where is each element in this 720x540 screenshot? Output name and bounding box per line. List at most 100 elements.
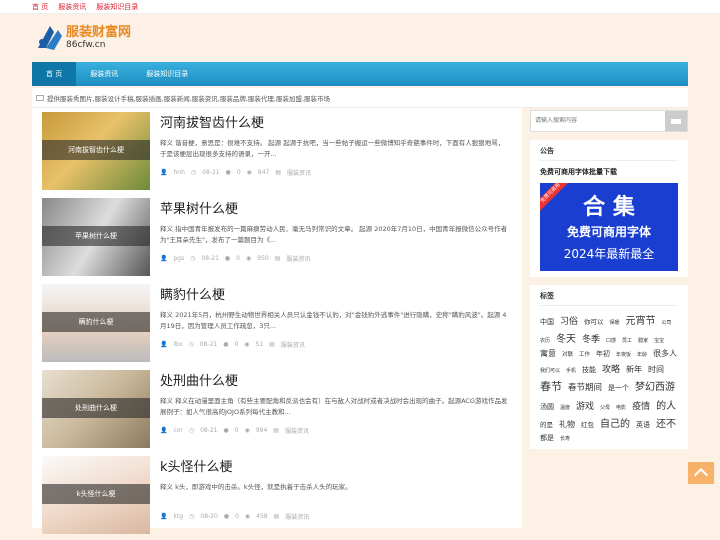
font-banner[interactable]: 免费可商用 合 集 免费可商用字体 2024年最新最全 — [540, 183, 678, 271]
post-category[interactable]: 服装资讯 — [281, 340, 305, 349]
post-excerpt: 释义 k头，即游戏中的击杀。k头怪，就是执着于击杀人头的玩家。 — [160, 483, 352, 491]
tag-link[interactable]: 英语 — [636, 420, 650, 430]
tag-link[interactable]: 还不 — [656, 415, 676, 430]
tag-link[interactable]: 年龄 — [637, 351, 647, 358]
post-list: 河南拔智齿什么梗 河南拔智齿什么梗 释义 谐音梗，意思是：很难不支持。 起源 起… — [32, 108, 522, 534]
tag-link[interactable]: 时间 — [648, 364, 664, 375]
tag-link[interactable]: 春节 — [540, 378, 562, 394]
post-excerpt: 释义 2021年5月，杭州野生动物世界相关人员只认金钱不认豹，对"金钱豹外逃事件… — [160, 311, 507, 330]
tag-cloud: 中国 习俗 你可以 保暖 元宵节 公司衣历 冬天 冬季 口感 员工 腊家 宝宝寓意 对联 工作 年初 年夜饭年… — [540, 312, 678, 443]
folder-icon: ▤ — [273, 513, 280, 520]
post-category[interactable]: 服装资讯 — [285, 426, 309, 435]
tag-link[interactable]: 中国 — [540, 317, 554, 327]
post-thumbnail[interactable]: 河南拔智齿什么梗 — [42, 112, 150, 190]
tag-link[interactable]: 年初 — [596, 349, 610, 359]
comment-icon: ● — [225, 169, 231, 176]
tag-link[interactable]: 汤圆 — [540, 402, 554, 412]
notice-bar: 提供服装秀图片,服装设计手稿,服装插画,服装新闻,服装资讯,服装品牌,服装代理,… — [32, 88, 688, 108]
folder-icon: ▤ — [273, 427, 279, 434]
post-views: 51 — [255, 341, 264, 348]
tag-link[interactable]: 腊家 — [638, 337, 648, 344]
nav-item-catalog[interactable]: 服装知识目录 — [132, 62, 202, 86]
comment-icon: ● — [224, 255, 231, 262]
tag-link[interactable]: 攻略 — [602, 362, 620, 375]
top-link-home[interactable]: 首 页 — [32, 2, 48, 12]
tag-link[interactable]: 游戏 — [576, 399, 594, 412]
tag-link[interactable]: 温度 — [560, 404, 570, 411]
tag-link[interactable]: 年夜饭 — [616, 351, 631, 358]
back-to-top-button[interactable] — [688, 462, 714, 484]
search-button[interactable] — [665, 111, 687, 131]
post-title[interactable]: 处刑曲什么梗 — [160, 370, 238, 389]
post-thumbnail[interactable]: 苹果树什么梗 — [42, 198, 150, 276]
tag-link[interactable]: 对联 — [562, 350, 573, 358]
comment-icon: ● — [223, 427, 229, 434]
tag-link[interactable]: 元宵节 — [626, 312, 656, 327]
tag-link[interactable]: 手机 — [566, 367, 576, 374]
tag-link[interactable]: 礼物 — [559, 419, 575, 430]
search-input[interactable] — [535, 117, 655, 124]
post-thumbnail[interactable]: k头怪什么梗 — [42, 456, 150, 534]
post-category[interactable]: 服装资讯 — [287, 168, 311, 177]
tag-link[interactable]: 红包 — [581, 419, 594, 429]
tag-link[interactable]: 疫情 — [632, 399, 650, 412]
clock-icon: ◷ — [188, 427, 195, 434]
logo-name: 服装财富网 — [66, 25, 132, 40]
site-logo[interactable]: 服装财富网 86cfw.cn — [36, 24, 131, 52]
tag-link[interactable]: 宝宝 — [654, 337, 664, 344]
user-icon: 👤 — [160, 169, 168, 176]
tag-link[interactable]: 新年 — [626, 364, 642, 375]
tag-link[interactable]: 公司 — [662, 319, 672, 326]
thumb-caption: k头怪什么梗 — [42, 484, 150, 504]
nav-item-home[interactable]: 首 页 — [32, 62, 77, 86]
tag-link[interactable]: 梦幻西游 — [635, 378, 675, 393]
tag-link[interactable]: 的人 — [656, 397, 676, 412]
post-title[interactable]: 苹果树什么梗 — [160, 198, 238, 217]
tag-link[interactable]: 很多人 — [653, 348, 677, 359]
tag-link[interactable]: 的是 — [540, 419, 553, 429]
post-title[interactable]: 瞒豹什么梗 — [160, 284, 225, 303]
post-meta: 👤 pgs ◷ 08-21 ● 0 ◉ 950 ▤ 服装资讯 — [160, 254, 310, 263]
tag-link[interactable]: 自己的 — [600, 415, 630, 430]
notice-subtitle[interactable]: 免费可商用字体批量下载 — [540, 167, 678, 177]
banner-line2: 免费可商用字体 — [566, 225, 651, 239]
tag-link[interactable]: 冬天 — [556, 330, 576, 345]
post-category[interactable]: 服装资讯 — [286, 254, 310, 263]
tag-link[interactable]: 我们可以 — [540, 367, 560, 374]
folder-icon: ▤ — [275, 169, 282, 176]
post-thumbnail[interactable]: 瞒豹什么梗 — [42, 284, 150, 362]
eye-icon: ◉ — [246, 169, 252, 176]
post-category[interactable]: 服装资讯 — [285, 512, 309, 521]
top-link-catalog[interactable]: 服装知识目录 — [96, 2, 138, 12]
post-meta: 👤 lbx ◷ 08-21 ● 0 ◉ 51 ▤ 服装资讯 — [160, 340, 305, 349]
tag-link[interactable]: 习俗 — [560, 314, 578, 327]
post-title[interactable]: 河南拔智齿什么梗 — [160, 112, 264, 131]
tag-link[interactable]: 是一个 — [608, 383, 629, 393]
tag-link[interactable]: 你可以 — [584, 316, 604, 326]
post-title[interactable]: k头怪什么梗 — [160, 456, 233, 475]
tag-link[interactable]: 衣历 — [540, 337, 550, 344]
post-comments: 0 — [234, 427, 239, 434]
tags-widget: 标签 中国 习俗 你可以 保暖 元宵节 公司 衣历 冬天 冬季 口感 员工 腊家 宝宝 寓意 对联 工作 年初年… — [530, 285, 688, 449]
top-link-news[interactable]: 服装资讯 — [58, 2, 86, 12]
post-excerpt: 释义 谐音梗，意思是：很难不支持。 起源 起源于抗吧，当一些帖子搬运一些微博知乎… — [160, 139, 505, 158]
post-thumbnail[interactable]: 处刑曲什么梗 — [42, 370, 150, 448]
main-nav: 首 页 服装资讯 服装知识目录 — [32, 62, 688, 86]
tag-link[interactable]: 寓意 — [540, 348, 556, 359]
post-comments: 0 — [236, 255, 240, 262]
tag-link[interactable]: 工作 — [579, 350, 590, 358]
tag-link[interactable]: 父母 — [600, 404, 610, 411]
post-views: 994 — [255, 427, 268, 434]
tag-link[interactable]: 春节期间 — [568, 381, 602, 393]
tag-link[interactable]: 都是 — [540, 433, 554, 443]
tag-link[interactable]: 冬季 — [582, 332, 600, 345]
tag-link[interactable]: 保暖 — [610, 319, 620, 326]
tag-link[interactable]: 员工 — [622, 337, 632, 344]
tag-link[interactable]: 口感 — [606, 337, 616, 344]
tag-link[interactable]: 技能 — [582, 365, 596, 375]
tag-link[interactable]: 长寿 — [560, 435, 570, 442]
sidebar: 公告 免费可商用字体批量下载 免费可商用 合 集 免费可商用字体 2024年最新… — [530, 110, 688, 449]
comment-icon: ● — [223, 513, 230, 520]
tag-link[interactable]: 电影 — [616, 404, 626, 411]
nav-item-news[interactable]: 服装资讯 — [76, 62, 132, 86]
